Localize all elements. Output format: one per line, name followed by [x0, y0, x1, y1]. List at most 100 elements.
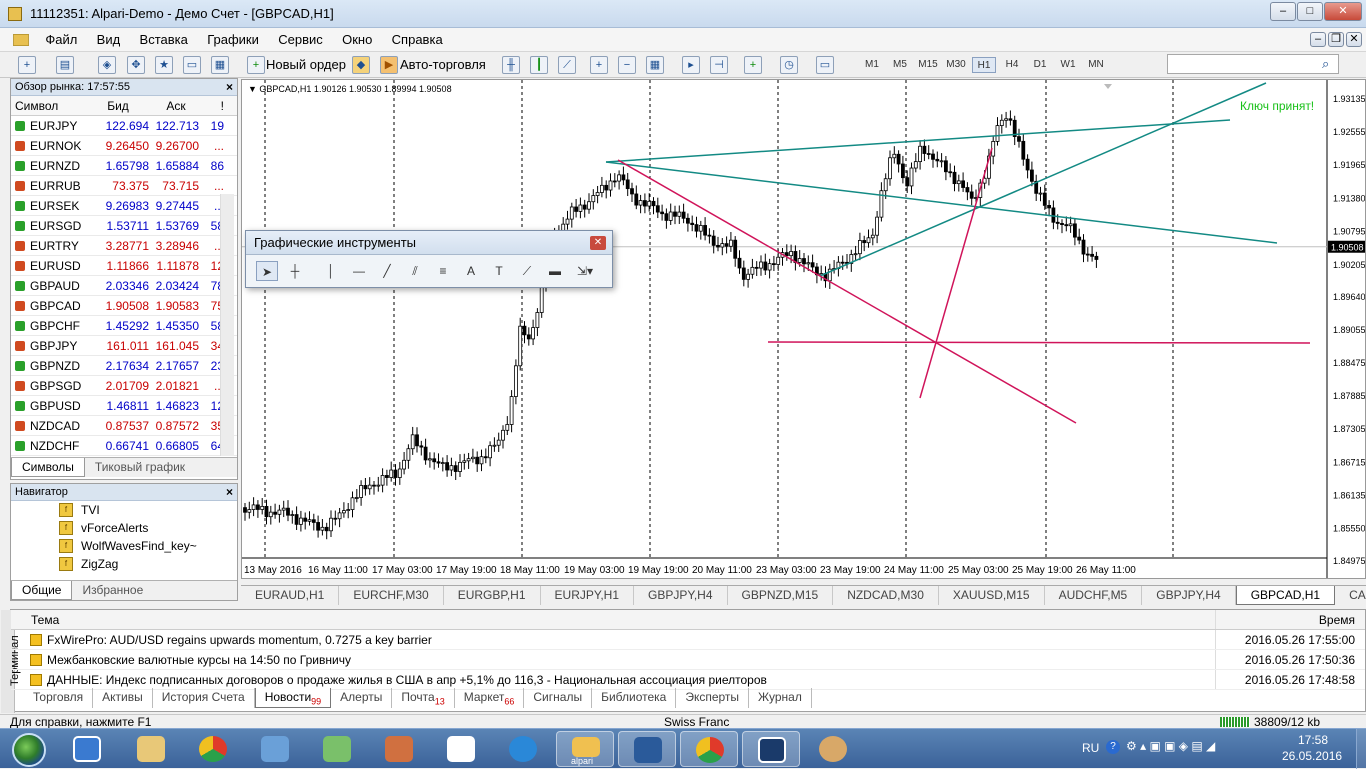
chart-tab[interactable]: EURGBP,H1: [444, 586, 541, 605]
dialog-close-button[interactable]: ✕: [590, 236, 606, 250]
col-topic[interactable]: Тема: [27, 610, 1215, 629]
chart-tab[interactable]: GBPCAD,H1: [1235, 586, 1336, 605]
chart-canvas[interactable]: 1.93135 1.92555 1.91965 1.91380 1.90795 1.902…: [242, 80, 1365, 578]
clock-time[interactable]: 17:58: [1298, 733, 1328, 747]
chart-shift-icon[interactable]: ⊣: [710, 56, 728, 74]
menu-charts[interactable]: Графики: [199, 28, 267, 47]
search-input[interactable]: [1167, 54, 1339, 74]
metaeditor-icon[interactable]: ◆: [352, 56, 370, 74]
col-spread[interactable]: !: [201, 96, 227, 115]
cursor-icon[interactable]: ➤: [256, 261, 278, 281]
tf-m30[interactable]: M30: [944, 57, 968, 73]
chart-tab[interactable]: GBPNZD,M15: [728, 586, 834, 605]
trendline-icon[interactable]: ╱: [376, 261, 398, 281]
chart-tab[interactable]: EURCHF,M30: [339, 586, 444, 605]
tf-d1[interactable]: D1: [1028, 57, 1052, 73]
tile-windows-icon[interactable]: ▦: [646, 56, 664, 74]
terminal-tab[interactable]: История Счета: [153, 688, 255, 708]
tab-tick-chart[interactable]: Тиковый график: [85, 458, 195, 477]
col-ask[interactable]: Аск: [153, 96, 201, 115]
terminal-tab[interactable]: Новости99: [254, 688, 332, 708]
child-minimize-button[interactable]: –: [1310, 32, 1326, 47]
media-player-app[interactable]: [58, 731, 116, 767]
terminal-tab[interactable]: Сигналы: [524, 688, 593, 708]
search-icon[interactable]: ⌕: [1322, 56, 1329, 72]
tf-h4[interactable]: H4: [1000, 57, 1024, 73]
fibo-fan-icon[interactable]: ⟋: [516, 261, 538, 281]
menu-view[interactable]: Вид: [89, 28, 129, 47]
tf-mn[interactable]: MN: [1084, 57, 1108, 73]
zoom-in-icon[interactable]: +: [590, 56, 608, 74]
menu-help[interactable]: Справка: [384, 28, 451, 47]
terminal-tab[interactable]: Алерты: [331, 688, 393, 708]
symbol-row[interactable]: GBPUSD 1.46811 1.46823 12: [11, 396, 237, 416]
equidistant-channel-icon[interactable]: ⫽: [404, 261, 426, 281]
tab-symbols[interactable]: Символы: [11, 458, 85, 477]
fibonacci-icon[interactable]: ≡: [432, 261, 454, 281]
show-desktop-button[interactable]: [1356, 729, 1366, 769]
terminal-tab[interactable]: Журнал: [749, 688, 812, 708]
start-button[interactable]: [4, 731, 54, 767]
symbol-row[interactable]: EURSGD 1.53711 1.53769 58: [11, 216, 237, 236]
col-bid[interactable]: Бид: [87, 96, 153, 115]
symbol-row[interactable]: GBPNZD 2.17634 2.17657 23: [11, 356, 237, 376]
terminal-tab[interactable]: Активы: [93, 688, 153, 708]
menu-insert[interactable]: Вставка: [132, 28, 196, 47]
tf-h1[interactable]: H1: [972, 57, 996, 73]
text-icon[interactable]: A: [460, 261, 482, 281]
market-watch-scrollbar[interactable]: [220, 194, 234, 456]
crosshair-move-icon[interactable]: ✥: [127, 56, 145, 74]
ie-app[interactable]: [494, 731, 552, 767]
new-chart-icon[interactable]: +: [18, 56, 36, 74]
horizontal-line-icon[interactable]: —: [348, 261, 370, 281]
installer-app[interactable]: [742, 731, 800, 767]
terminal-icon[interactable]: ▭: [183, 56, 201, 74]
crosshair-icon[interactable]: ┼: [284, 261, 306, 281]
symbol-row[interactable]: NZDCAD 0.87537 0.87572 35: [11, 416, 237, 436]
bar-chart-icon[interactable]: ╫: [502, 56, 520, 74]
new-order-button[interactable]: Новый ордер: [266, 55, 346, 76]
chart-tab[interactable]: CADJPY,H1: [1335, 586, 1366, 605]
explorer-app[interactable]: [122, 731, 180, 767]
tf-m1[interactable]: M1: [860, 57, 884, 73]
col-time[interactable]: Время: [1215, 610, 1365, 629]
document-app[interactable]: [432, 731, 490, 767]
close-button[interactable]: ✕: [1324, 2, 1362, 21]
zoom-out-icon[interactable]: −: [618, 56, 636, 74]
help-icon[interactable]: ?: [1106, 740, 1120, 754]
alpari-app[interactable]: alpari: [556, 731, 614, 767]
autotrading-icon[interactable]: ▶: [380, 56, 398, 74]
symbol-row[interactable]: GBPJPY 161.011 161.045 34: [11, 336, 237, 356]
child-close-button[interactable]: ✕: [1346, 32, 1362, 47]
profiles-icon[interactable]: ▤: [56, 56, 74, 74]
menu-file[interactable]: Файл: [37, 28, 85, 47]
arrows-dropdown-icon[interactable]: ⇲▾: [574, 261, 596, 281]
terminal-tab[interactable]: Библиотека: [592, 688, 677, 708]
tester-icon[interactable]: ▦: [211, 56, 229, 74]
chrome-app-2[interactable]: [680, 731, 738, 767]
navigator-item[interactable]: f TVI: [11, 501, 237, 519]
navigator-item[interactable]: f WolfWavesFind_key~: [11, 537, 237, 555]
rectangle-icon[interactable]: ▬: [544, 261, 566, 281]
chart-tab[interactable]: EURJPY,H1: [541, 586, 635, 605]
symbol-row[interactable]: EURJPY 122.694 122.713 19: [11, 116, 237, 136]
navigator-item[interactable]: f vForceAlerts: [11, 519, 237, 537]
symbol-row[interactable]: EURNZD 1.65798 1.65884 86: [11, 156, 237, 176]
vertical-line-icon[interactable]: │: [320, 261, 342, 281]
symbol-row[interactable]: GBPSGD 2.01709 2.01821 ...: [11, 376, 237, 396]
navigator-item[interactable]: f ZigZag: [11, 555, 237, 573]
terminal-tab[interactable]: Почта13: [392, 688, 455, 708]
close-icon[interactable]: ×: [226, 80, 233, 94]
symbol-row[interactable]: GBPCHF 1.45292 1.45350 58: [11, 316, 237, 336]
symbol-row[interactable]: EURNOK 9.26450 9.26700 ...: [11, 136, 237, 156]
symbol-row[interactable]: EURTRY 3.28771 3.28946 ...: [11, 236, 237, 256]
autotrading-button[interactable]: Авто-торговля: [400, 55, 486, 76]
child-restore-button[interactable]: ❐: [1328, 32, 1344, 47]
news-row[interactable]: Межбанковские валютные курсы на 14:50 по…: [11, 650, 1365, 670]
speaker-app[interactable]: [370, 731, 428, 767]
indicators-icon[interactable]: +: [744, 56, 762, 74]
new-order-icon[interactable]: +: [247, 56, 265, 74]
symbol-row[interactable]: EURRUB 73.375 73.715 ...: [11, 176, 237, 196]
tray-icons[interactable]: ⚙ ▴ ▣ ▣ ◈ ▤ ◢: [1126, 739, 1215, 753]
navigator-icon[interactable]: ★: [155, 56, 173, 74]
